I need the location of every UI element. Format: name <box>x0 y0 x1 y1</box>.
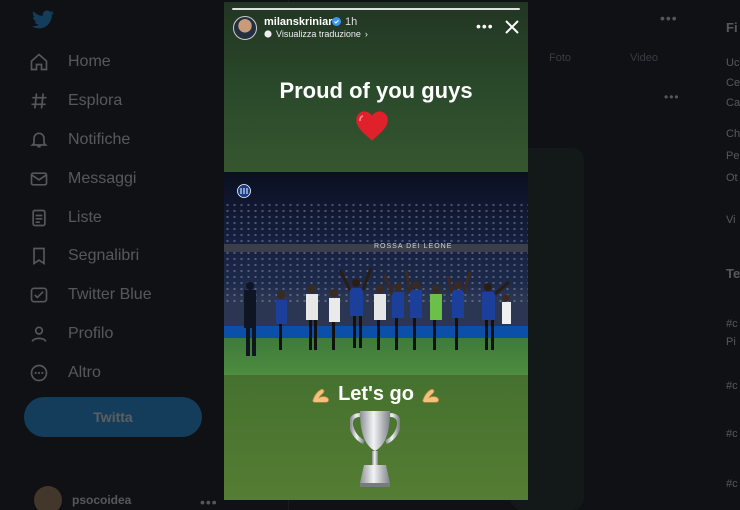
sidebar-item-twitter-blue[interactable]: Twitter Blue <box>28 276 218 315</box>
right-sidebar-text: Pi <box>726 336 736 348</box>
sidebar-item-more[interactable]: Altro <box>28 353 218 392</box>
sidebar-item-label: Esplora <box>68 92 123 110</box>
bell-icon <box>28 129 50 151</box>
hashtag-icon <box>28 90 50 112</box>
avatar[interactable] <box>233 16 257 40</box>
tweet-button[interactable]: Twitta <box>24 397 202 437</box>
right-sidebar-heading: Fi <box>726 20 738 35</box>
right-sidebar-text: Ot <box>726 172 738 184</box>
sidebar-item-label: Notifiche <box>68 130 131 148</box>
right-sidebar-text: Pe <box>726 150 740 162</box>
user-icon <box>28 323 50 345</box>
sidebar-item-messages[interactable]: Messaggi <box>28 159 218 198</box>
sidebar-item-lists[interactable]: Liste <box>28 198 218 237</box>
right-sidebar-text: Ca <box>726 97 740 109</box>
envelope-icon <box>28 168 50 190</box>
translate-icon <box>264 30 272 38</box>
team-celebration-photo: ROSSA DEI LEONE <box>224 172 528 375</box>
heart-icon <box>356 111 388 141</box>
sidebar-item-label: Twitter Blue <box>68 286 152 304</box>
right-sidebar-text: Uc <box>726 57 740 69</box>
more-horizontal-icon[interactable]: ••• <box>200 494 218 510</box>
story-timestamp: 1h <box>345 16 358 28</box>
right-sidebar-text: Ce <box>726 77 740 89</box>
sidebar-item-profile[interactable]: Profilo <box>28 315 218 354</box>
trend-hashtag[interactable]: #c <box>726 318 738 330</box>
trend-hashtag[interactable]: #c <box>726 478 738 490</box>
flexed-biceps-icon <box>422 388 439 403</box>
sidebar-item-label: Liste <box>68 208 102 226</box>
story-caption-bottom: Let's go <box>224 383 528 406</box>
flexed-biceps-icon <box>312 388 330 403</box>
sidebar-item-home[interactable]: Home <box>28 43 218 82</box>
story-progress-bar <box>232 8 520 10</box>
translate-link[interactable]: Visualizza traduzione › <box>264 29 368 39</box>
trend-hashtag[interactable]: #c <box>726 380 738 392</box>
bookmark-icon <box>28 245 50 267</box>
more-horizontal-icon[interactable]: ••• <box>476 18 494 34</box>
sidebar-item-label: Profilo <box>68 324 114 342</box>
story-username[interactable]: milanskriniar <box>264 16 332 28</box>
story-viewer[interactable]: milanskriniar 1h Visualizza traduzione ›… <box>224 2 528 500</box>
right-sidebar-text: Ch <box>726 128 740 140</box>
verified-badge-icon <box>332 17 341 26</box>
sidebar-item-label: Altro <box>68 363 101 381</box>
account-switcher[interactable]: psocoidea <box>34 486 131 510</box>
right-sidebar-text: Vi <box>726 214 736 226</box>
chevron-right-icon: › <box>364 29 368 39</box>
champions-league-trophy-icon <box>350 411 400 487</box>
story-caption-text: Let's go <box>338 383 414 405</box>
right-sidebar-heading: Te <box>726 266 740 281</box>
more-horizontal-icon[interactable]: ••• <box>660 10 678 26</box>
more-horizontal-icon[interactable]: ••• <box>664 90 680 104</box>
sidebar-item-notifications[interactable]: Notifiche <box>28 121 218 160</box>
close-icon[interactable] <box>504 19 520 35</box>
account-name: psocoidea <box>72 493 132 507</box>
trend-hashtag[interactable]: #c <box>726 428 738 440</box>
translate-label: Visualizza traduzione <box>276 29 361 39</box>
right-sidebar: Fi Uc Ce Ca Ch Pe Ot Vi Te #c Pi #c #c #… <box>722 0 740 510</box>
tab-videos[interactable]: Video <box>630 52 658 64</box>
sidebar-item-explore[interactable]: Esplora <box>28 82 218 121</box>
sidebar-item-bookmarks[interactable]: Segnalibri <box>28 237 218 276</box>
home-icon <box>28 51 50 73</box>
twitter-blue-icon <box>28 284 50 306</box>
sidebar-item-label: Home <box>68 53 111 71</box>
tab-photos[interactable]: Foto <box>549 52 571 64</box>
story-caption-top: Proud of you guys <box>279 78 473 103</box>
sidebar-item-label: Segnalibri <box>68 247 140 265</box>
sidebar-nav: Home Esplora Notifiche Messaggi Liste Se… <box>28 43 218 392</box>
avatar <box>34 486 62 510</box>
sidebar-item-label: Messaggi <box>68 169 137 187</box>
twitter-logo-icon[interactable] <box>30 8 56 32</box>
players-group <box>244 267 511 356</box>
list-icon <box>28 207 50 229</box>
more-circle-icon <box>28 362 50 384</box>
